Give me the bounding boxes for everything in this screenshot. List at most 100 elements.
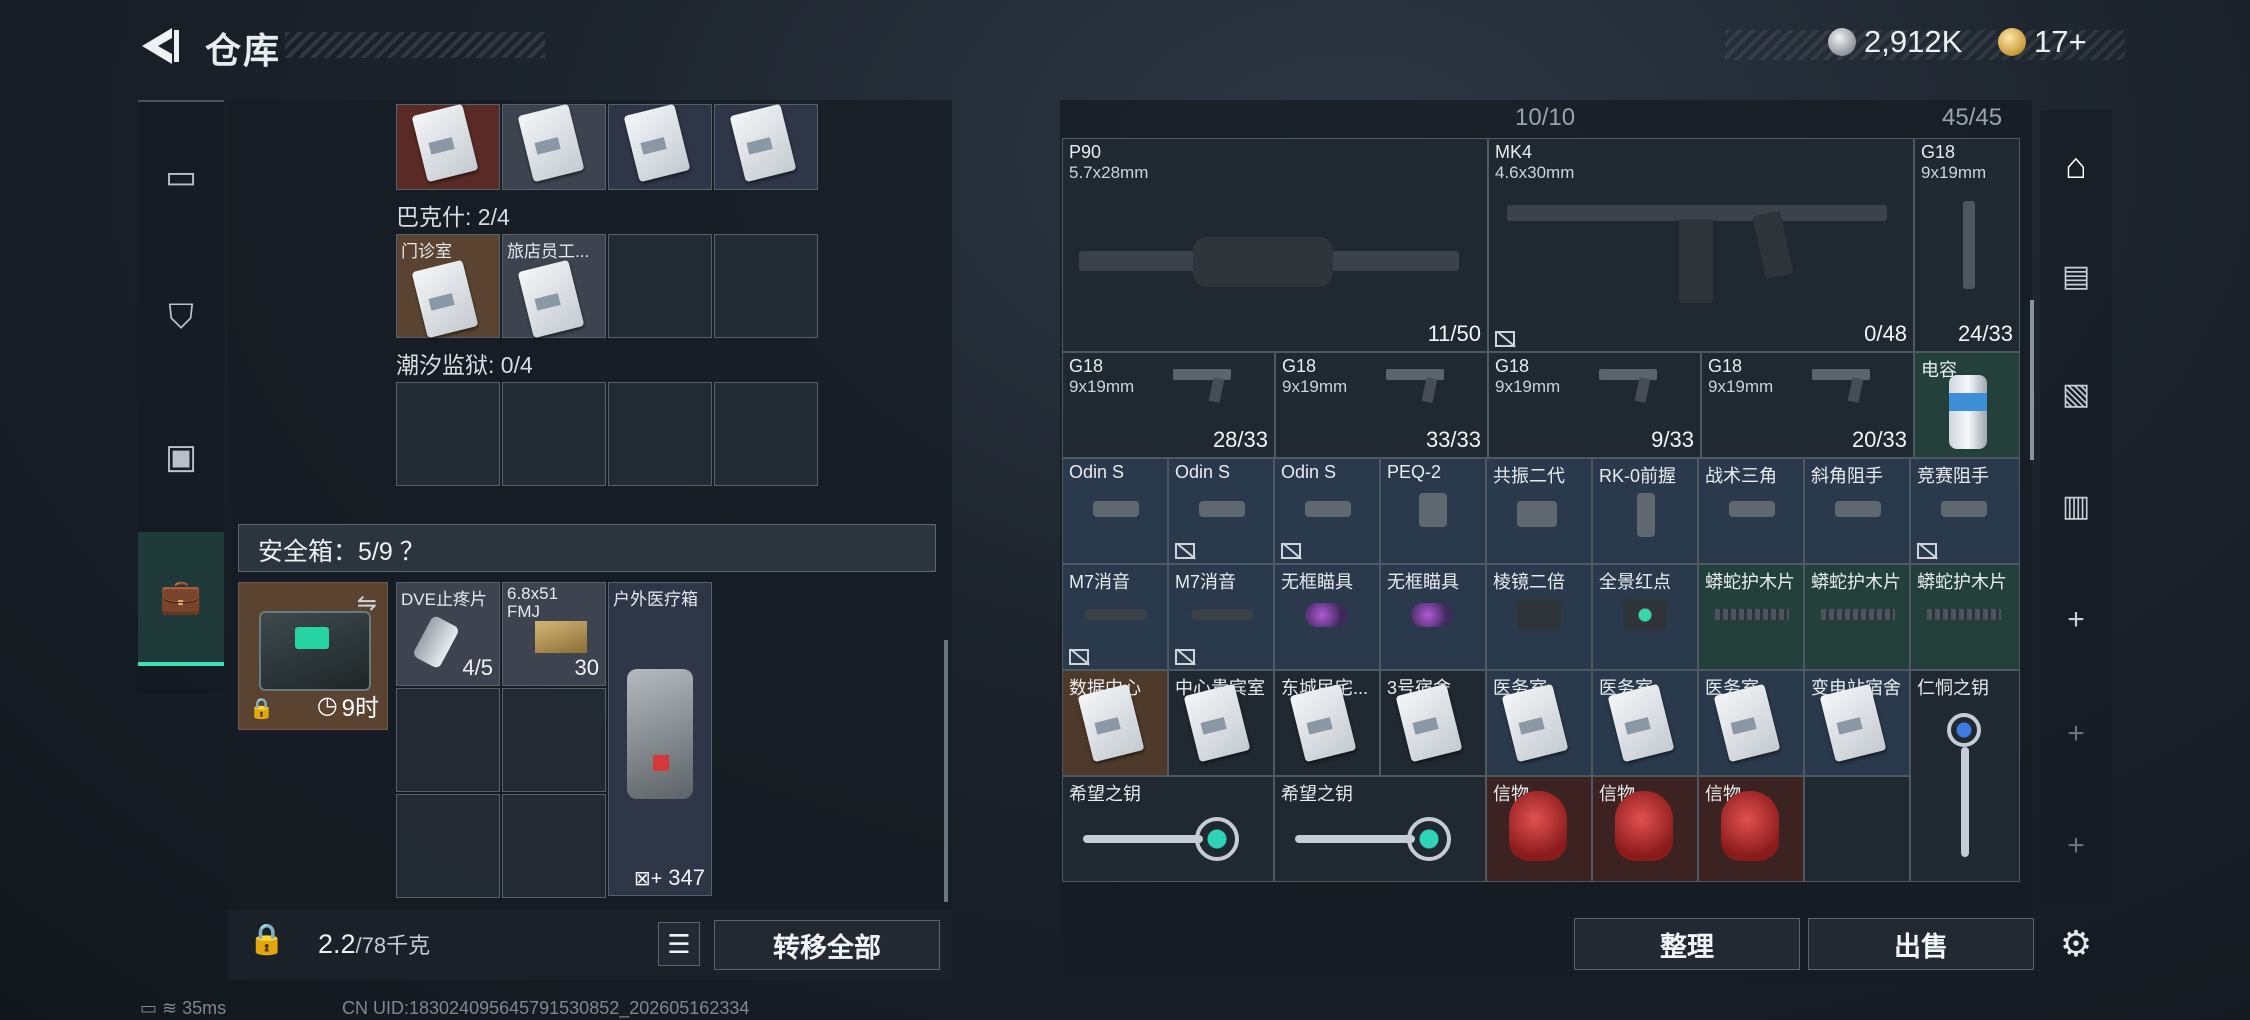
ornate-key-icon	[1947, 713, 1981, 747]
tab-backpack[interactable]: ▣	[138, 392, 224, 522]
empty-slot[interactable]	[1804, 776, 1910, 882]
empty-slot[interactable]	[502, 688, 606, 792]
capacitor-icon	[1949, 375, 1987, 449]
empty-slot[interactable]	[608, 382, 712, 486]
attachment-slot[interactable]: 战术三角	[1698, 458, 1804, 564]
attachment-slot[interactable]: 无框瞄具	[1274, 564, 1380, 670]
safe-item-painkiller[interactable]: DVE止疼片 4/5	[396, 582, 500, 686]
key-card-slot[interactable]: 旅店员工...	[502, 234, 606, 339]
sell-button[interactable]: 出售	[1808, 918, 2034, 970]
weapon-slot-mk4[interactable]: MK4 4.6x30mm 0/48	[1488, 138, 1914, 352]
safebox-container-slot[interactable]: ⇋ 🔒 ◷ 9时	[238, 582, 388, 730]
armor-icon: ⛉	[168, 297, 194, 336]
padlock-icon[interactable]: 🔒	[248, 922, 285, 957]
attachment-slot[interactable]: 蟒蛇护木片	[1910, 564, 2020, 670]
attachment-slot[interactable]: Odin S	[1274, 458, 1380, 564]
add-tab-icon[interactable]: +	[2040, 584, 2112, 656]
weapon-slot-g18[interactable]: G18 9x19mm 24/33	[1914, 138, 2020, 352]
attachment-slot[interactable]: 竞赛阻手	[1910, 458, 2020, 564]
key-card-slot[interactable]: 医务室	[1592, 670, 1698, 776]
item-slot-capacitor[interactable]: 电容	[1914, 352, 2020, 458]
back-arrow-icon[interactable]	[138, 24, 182, 68]
key-card-slot[interactable]: 变电站宿舍	[1804, 670, 1910, 776]
silver-coin-icon	[1828, 28, 1856, 56]
right-scrollbar[interactable]	[2030, 300, 2034, 460]
list-view-button[interactable]: ☰	[658, 922, 700, 966]
weapon-slot-g18[interactable]: G18 9x19mm 20/33	[1701, 352, 1914, 458]
tab-safebox[interactable]: 💼	[138, 532, 224, 666]
list-icon: ☰	[667, 928, 691, 959]
empty-slot[interactable]	[502, 794, 606, 898]
relic-slot[interactable]: 信物	[1486, 776, 1592, 882]
key-card-slot[interactable]: 3号宿舍	[1380, 670, 1486, 776]
safe-item-medkit[interactable]: 户外医疗箱 ⊠+ 347	[608, 582, 712, 896]
attachment-slot[interactable]: 共振二代	[1486, 458, 1592, 564]
key-bow	[1407, 817, 1451, 861]
attachment-slot[interactable]: 无框瞄具	[1380, 564, 1486, 670]
key-card-slot[interactable]: 数据中心	[1062, 670, 1168, 776]
tab-armor[interactable]: ⛉	[138, 252, 224, 382]
key-card-slot[interactable]	[714, 103, 818, 190]
safe-item-ammo[interactable]: 6.8x51 FMJ 30	[502, 582, 606, 686]
tab-weapons[interactable]: ▭	[138, 112, 224, 242]
key-slot-hope[interactable]: 希望之钥	[1274, 776, 1486, 882]
key-slot-renwu[interactable]: 仁恫之钥	[1910, 670, 2020, 882]
attachment-slot[interactable]: 棱镜二倍	[1486, 564, 1592, 670]
key-card-slot[interactable]	[608, 103, 712, 190]
currency-gold[interactable]: 17+	[1998, 24, 2087, 60]
attachment-slot[interactable]: RK-0前握	[1592, 458, 1698, 564]
title-decoration	[285, 32, 545, 58]
attachment-slot[interactable]: M7消音	[1168, 564, 1274, 670]
empty-slot[interactable]	[608, 234, 712, 338]
key-shaft	[1961, 747, 1969, 857]
settings-gear-icon[interactable]: ⚙	[2040, 908, 2112, 980]
key-slot-hope[interactable]: 希望之钥	[1062, 776, 1274, 882]
attachment-slot[interactable]: 蟒蛇护木片	[1698, 564, 1804, 670]
weapon-slot-g18[interactable]: G18 9x19mm 9/33	[1488, 352, 1701, 458]
medkit-icon	[627, 669, 693, 799]
organize-button[interactable]: 整理	[1574, 918, 1800, 970]
key-card-slot[interactable]	[396, 103, 500, 190]
wifi-icon: ≋	[162, 998, 178, 1018]
attachment-slot[interactable]: 蟒蛇护木片	[1804, 564, 1910, 670]
key-card-slot[interactable]: 医务室	[1698, 670, 1804, 776]
key-card-slot[interactable]	[502, 103, 606, 190]
storage-tab-4-icon[interactable]: ▤	[2040, 240, 2112, 312]
attachment-slot[interactable]: Odin S	[1168, 458, 1274, 564]
weapon-slot-g18[interactable]: G18 9x19mm 33/33	[1275, 352, 1488, 458]
attachment-slot[interactable]: PEQ-2	[1380, 458, 1486, 564]
empty-slot[interactable]	[502, 382, 606, 486]
weapon-slot-g18[interactable]: G18 9x19mm 28/33	[1062, 352, 1275, 458]
safebox-title[interactable]: 安全箱：5/9 ？	[258, 532, 425, 568]
key-card-slot[interactable]: 医务室	[1486, 670, 1592, 776]
key-card-slot[interactable]: 门诊室	[396, 234, 500, 339]
left-scrollbar[interactable]	[944, 640, 948, 902]
storage-tab-folder-icon[interactable]: ▥	[2040, 470, 2112, 542]
attachment-slot[interactable]: M7消音	[1062, 564, 1168, 670]
weapon-slot-p90[interactable]: P90 5.7x28mm 11/50	[1062, 138, 1488, 352]
empty-slot[interactable]	[714, 234, 818, 338]
key-card-icon	[1713, 683, 1781, 763]
swap-icon[interactable]: ⇋	[357, 589, 377, 618]
flashlight-icon	[1199, 501, 1245, 517]
hope-key-icon	[1083, 835, 1203, 843]
relic-slot[interactable]: 信物	[1698, 776, 1804, 882]
transfer-all-button[interactable]: 转移全部	[714, 920, 940, 970]
attachment-slot[interactable]: Odin S	[1062, 458, 1168, 564]
key-card-slot[interactable]: 东城民宅...	[1274, 670, 1380, 776]
empty-slot[interactable]	[396, 794, 500, 898]
group-label-bakeshi: 巴克什: 2/4	[396, 204, 510, 230]
relic-slot[interactable]: 信物	[1592, 776, 1698, 882]
storage-tab-add-icon[interactable]: ▧	[2040, 358, 2112, 430]
attachment-slot[interactable]: 斜角阻手	[1804, 458, 1910, 564]
storage-home-icon[interactable]: ⌂	[2040, 130, 2112, 202]
key-card-slot[interactable]: 中心贵宾室	[1168, 670, 1274, 776]
empty-slot[interactable]	[396, 688, 500, 792]
attachment-slot[interactable]: 全景红点	[1592, 564, 1698, 670]
key-card-icon	[517, 103, 585, 183]
user-uid: CN UID:183024095645791530852_20260516233…	[342, 998, 750, 1018]
key-card-icon	[623, 103, 691, 183]
empty-slot[interactable]	[396, 382, 500, 486]
foregrip-icon	[1637, 493, 1655, 537]
empty-slot[interactable]	[714, 382, 818, 486]
